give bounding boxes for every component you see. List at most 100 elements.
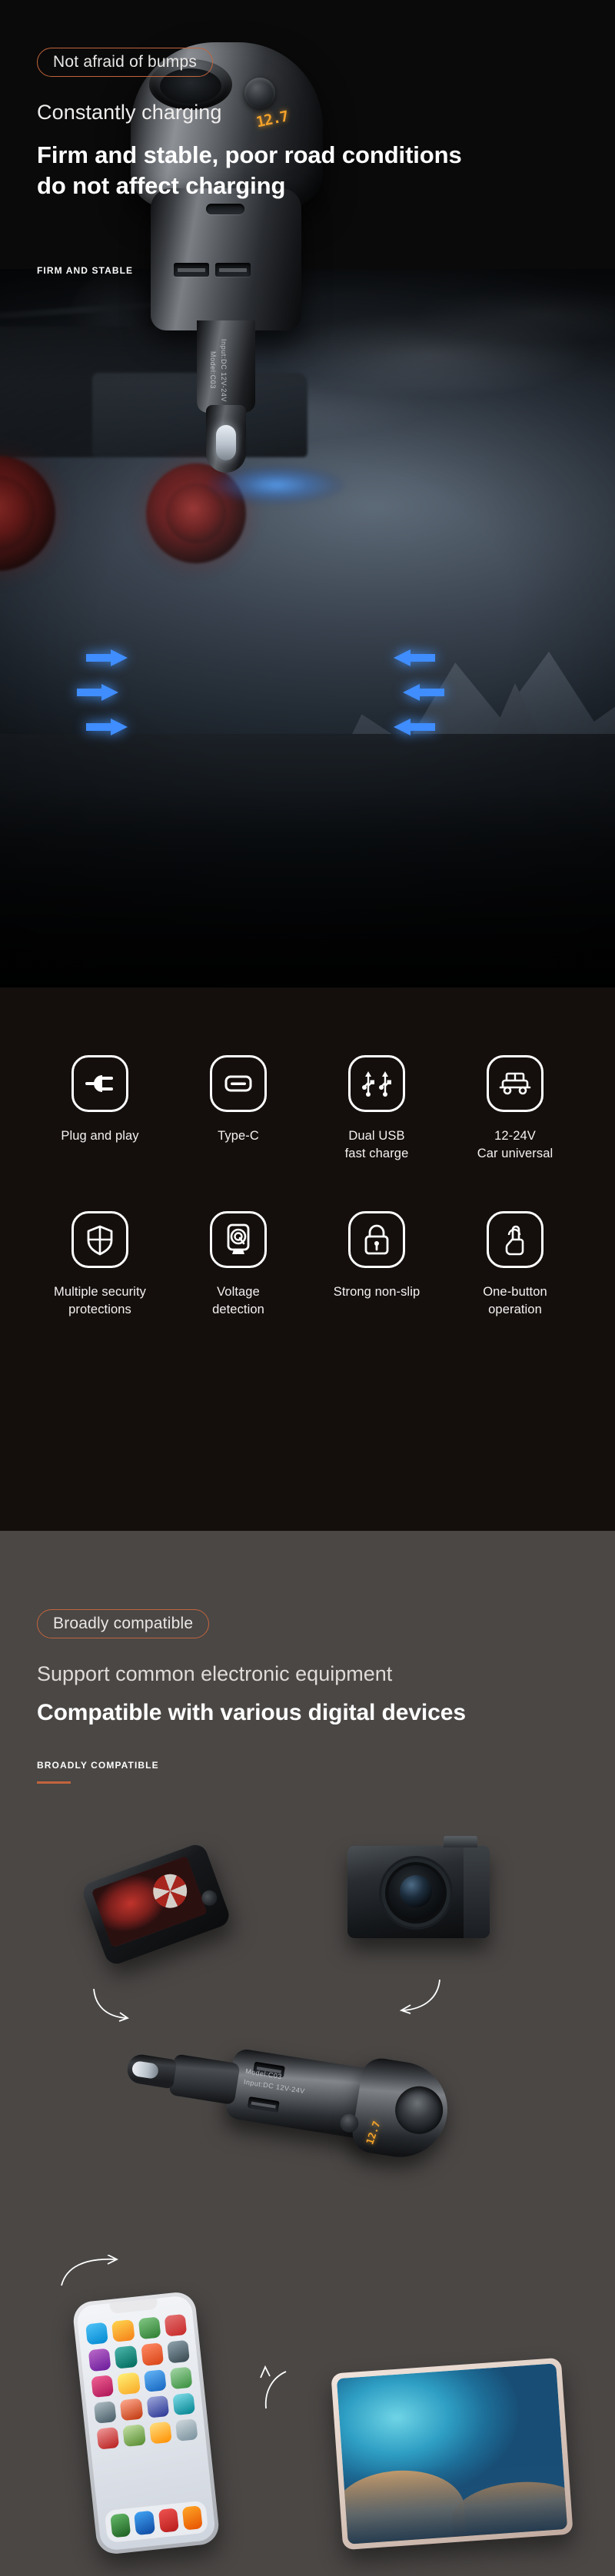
phone-dock-icon [134,2510,155,2536]
phone-dock-icon [181,2505,203,2531]
phone-app-icon [122,2424,146,2448]
camera-lens [381,1858,450,1927]
feature-label-line1: Strong non-slip [333,1284,421,1299]
tablet-callout-arrow [244,2365,289,2414]
camera-flash [444,1836,477,1847]
phone-app-icon [91,2374,115,2398]
feature-label-line1: Dual USB [348,1129,405,1143]
product-input-text: Input:DC 12V-24V [220,339,228,403]
voltage-meter-icon [210,1210,267,1268]
lock-icon [348,1210,405,1268]
phone-app-icon [169,2366,193,2390]
feature-dual-usb: Dual USB fast charge [308,1055,446,1164]
phone-app-icon [143,2369,167,2392]
features-section: Plug and play Type-C Dual USB fast charg… [0,988,615,1531]
pressure-arrow-left-2 [77,684,118,701]
feature-one-button: One-button operation [446,1210,584,1320]
tablet-wallpaper-dune-1 [336,2466,467,2544]
feature-row-1: Plug and play Type-C Dual USB fast charg… [31,1055,584,1164]
feature-label-line2: protections [68,1303,131,1317]
compat-copy-block: Broadly compatible Support common electr… [37,1609,466,1726]
mobile-phone-device [71,2290,221,2556]
car-icon [487,1055,544,1112]
pressure-arrow-right-3 [394,719,435,735]
feature-label: One-button operation [483,1283,547,1320]
phone-notch [109,2298,158,2315]
mp3-screen [91,1855,208,1948]
charger-neck-2 [168,2053,241,2106]
feature-label-line1: 12-24V [494,1129,536,1143]
phone-app-icon [164,2313,188,2337]
usb-port-2 [215,263,251,277]
plug-icon [71,1055,128,1112]
feature-label-line1: Voltage [217,1284,260,1299]
mobile-phone-callout-arrow [58,2254,119,2292]
feature-label-line1: Plug and play [61,1129,139,1143]
mp3-callout-arrow [91,1987,146,2027]
phone-app-grid [85,2313,198,2450]
hero-subtitle: Constantly charging [37,101,222,124]
feature-label-line1: One-button [483,1284,547,1299]
feature-label-line1: Type-C [218,1129,259,1143]
camera-device [347,1836,490,1938]
phone-app-icon [117,2372,141,2395]
phone-app-icon [111,2319,135,2343]
feature-label-line2: fast charge [344,1147,409,1161]
touch-button-icon [487,1210,544,1268]
camera-grip [464,1846,490,1938]
feature-label-line2: Car universal [477,1147,554,1161]
compat-badge: Broadly compatible [37,1609,210,1638]
phone-dock [104,2500,209,2544]
feature-plug-and-play: Plug and play [31,1055,169,1164]
feature-label: Multiple security protections [54,1283,146,1320]
phone-app-icon [166,2340,190,2363]
dual-usb-icon [348,1055,405,1112]
charger-plug-tip [206,405,246,473]
compat-headline: Compatible with various digital devices [37,1700,466,1725]
compat-subtitle: Support common electronic equipment [37,1662,393,1685]
feature-label-line2: operation [488,1303,542,1317]
product-model-text: Model:C03 [209,351,217,389]
phone-app-icon [93,2400,117,2424]
phone-app-icon [119,2398,143,2422]
pressure-arrow-right-2 [403,684,444,701]
phone-app-icon [114,2345,138,2369]
compat-kicker: BROADLY COMPATIBLE [37,1760,159,1771]
tablet-wallpaper-dune-2 [450,2478,568,2544]
feature-row-2: Multiple security protections Voltage de… [31,1210,584,1320]
usb-port-1 [174,263,209,277]
phone-app-icon [85,2322,109,2345]
pressure-arrow-right-1 [394,649,435,666]
charger-plug-tip-2 [125,2053,178,2090]
feature-label-line2: detection [212,1303,264,1317]
feature-label: 12-24V Car universal [477,1127,554,1164]
mp3-device [79,1841,233,1967]
feature-strong-non-slip: Strong non-slip [308,1210,446,1320]
hero-headline-line1: Firm and stable, poor road conditions [37,141,462,168]
feature-multiple-security: Multiple security protections [31,1210,169,1320]
hero-badge: Not afraid of bumps [37,48,214,77]
phone-app-icon [148,2421,172,2445]
phone-app-icon [88,2348,111,2372]
hero-headline-line2: do not affect charging [37,172,286,200]
pressure-arrow-left-1 [86,649,128,666]
feature-label-line1: Multiple security [54,1284,146,1299]
phone-app-icon [146,2395,169,2418]
feature-voltage-detection: Voltage detection [169,1210,308,1320]
phone-app-icon [96,2426,120,2450]
phone-dock-icon [110,2513,131,2538]
phone-app-icon [172,2392,196,2416]
car-charger-product-image-2: 12.7 Model:C03 Input:DC 12V-24V [105,1997,454,2182]
hero-headline: Firm and stable, poor road conditions do… [37,140,462,202]
feature-type-c: Type-C [169,1055,308,1164]
feature-car-universal: 12-24V Car universal [446,1055,584,1164]
phone-app-icon [140,2342,164,2366]
feature-label: Plug and play [61,1127,138,1145]
phone-dock-icon [158,2508,179,2533]
phone-screen [75,2295,217,2551]
phone-app-icon [138,2316,161,2340]
camera-callout-arrow [383,1978,443,2019]
hero-kicker: FIRM AND STABLE [37,265,134,276]
type-c-port [206,204,244,214]
phone-app-icon [175,2418,198,2442]
